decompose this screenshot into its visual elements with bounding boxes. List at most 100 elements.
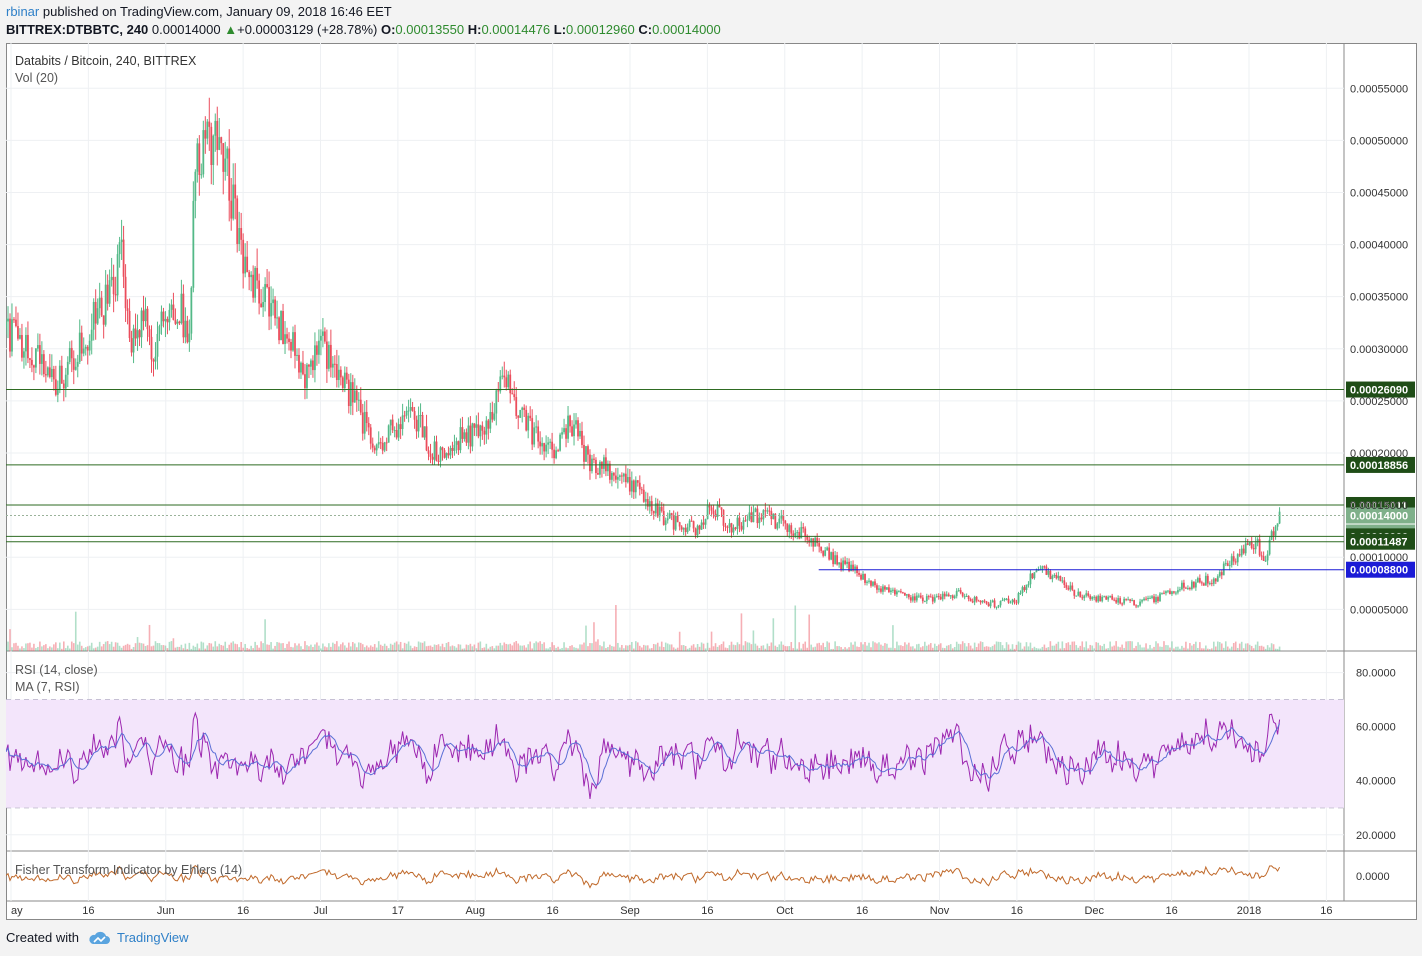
tradingview-link[interactable]: TradingView: [87, 930, 189, 945]
time-tick-label: Nov: [930, 905, 950, 917]
candle-body: [882, 586, 884, 592]
candle-body: [455, 441, 458, 445]
volume-bar: [812, 647, 814, 651]
volume-bar: [455, 647, 458, 651]
volume-bar: [118, 645, 121, 651]
volume-bar: [710, 631, 713, 651]
candle-body: [427, 450, 430, 454]
candle-body: [951, 595, 954, 598]
volume-bar: [176, 646, 179, 651]
candle-body: [120, 239, 123, 243]
volume-bar: [1173, 648, 1175, 651]
candle-body: [403, 415, 406, 417]
author-link[interactable]: rbinar: [6, 4, 39, 19]
volume-bar: [866, 645, 868, 651]
volume-bar: [772, 618, 775, 651]
candle-body: [862, 573, 864, 580]
volume-bar: [6, 646, 7, 651]
candle-body: [603, 457, 605, 469]
volume-bar: [82, 648, 85, 651]
candle-body: [1119, 598, 1122, 604]
volume-bar: [579, 644, 581, 651]
volume-bar: [619, 647, 621, 651]
candle-body: [1001, 600, 1004, 602]
candle-body: [726, 527, 729, 529]
volume-bar: [525, 647, 527, 651]
volume-bar: [1191, 645, 1193, 651]
volume-bar: [792, 648, 795, 651]
candle-body: [381, 442, 384, 451]
volume-bar: [224, 641, 227, 651]
volume-bar: [1167, 645, 1169, 651]
volume-bar: [623, 648, 625, 651]
candle-body: [288, 338, 290, 342]
candle-body: [42, 354, 45, 375]
candle-body: [824, 550, 827, 556]
candle-body: [282, 311, 284, 344]
volume-bar: [204, 648, 207, 651]
volume-bar: [104, 641, 107, 651]
volume-bar: [511, 645, 514, 651]
volume-bar: [451, 645, 454, 651]
candle-body: [1083, 595, 1086, 599]
volume-bar: [738, 644, 741, 651]
volume-bar: [918, 643, 920, 651]
candle-body: [682, 527, 685, 530]
volume-bar: [704, 648, 707, 651]
candle-body: [890, 590, 892, 592]
candle-body: [828, 547, 831, 560]
volume-bar: [1111, 646, 1113, 651]
high-label: H:: [467, 22, 482, 37]
volume-bar: [13, 643, 15, 651]
open-value: 0.00013550: [395, 22, 465, 37]
candle-body: [86, 346, 89, 351]
candle-body: [1031, 573, 1034, 579]
volume-bar: [72, 643, 75, 651]
candle-body: [415, 419, 418, 432]
chart-canvas[interactable]: 0.000260900.000188560.000150110.00014000…: [6, 43, 1417, 920]
candle-body: [832, 552, 835, 565]
time-tick-label: 16: [1166, 905, 1178, 917]
candle-body: [236, 198, 239, 244]
volume-bar: [226, 648, 229, 651]
level-label: 0.00008800: [1350, 565, 1408, 577]
candle-body: [21, 335, 23, 358]
candle-body: [188, 333, 191, 343]
candle-body: [1071, 585, 1074, 590]
candle-body: [238, 228, 241, 244]
volume-bar: [152, 645, 155, 651]
candle-body: [971, 601, 974, 603]
volume-bar: [88, 645, 91, 651]
volume-bar: [421, 642, 424, 651]
time-axis[interactable]: ay 16 Jun 16 Jul 17 Aug 16 Sep 16 Oct 16 Nov 16 Dec 16 2…: [11, 905, 1333, 917]
candle-body: [132, 328, 135, 353]
candle-body: [587, 446, 589, 455]
volume-bar: [238, 647, 240, 651]
volume-bar: [698, 646, 701, 651]
candle-body: [377, 442, 380, 445]
price-axes[interactable]: 0.00005000 0.00010000 0.00015000 0.00020000…: [1350, 83, 1408, 883]
volume-bar: [298, 643, 300, 651]
volume-bar: [441, 643, 444, 651]
candle-body: [395, 430, 398, 438]
volume-bar: [543, 642, 545, 651]
volume-bar: [348, 642, 350, 651]
volume-bar: [678, 631, 681, 651]
candle-body: [870, 580, 872, 586]
volume-bar: [920, 647, 922, 651]
candle-body: [343, 372, 346, 388]
candle-body: [523, 407, 526, 410]
volume-bar: [413, 646, 416, 651]
volume-bar: [762, 645, 765, 651]
volume-bar: [110, 641, 113, 651]
candle-body: [64, 374, 67, 389]
volume-bar: [59, 642, 61, 651]
time-tick-label: 17: [392, 905, 404, 917]
volume-bar: [848, 647, 850, 651]
volume-bar: [332, 642, 334, 651]
volume-bar: [417, 641, 420, 651]
volume-bar: [531, 648, 533, 651]
volume-bar: [1266, 645, 1269, 651]
volume-bar: [361, 644, 364, 651]
candle-body: [812, 538, 815, 547]
